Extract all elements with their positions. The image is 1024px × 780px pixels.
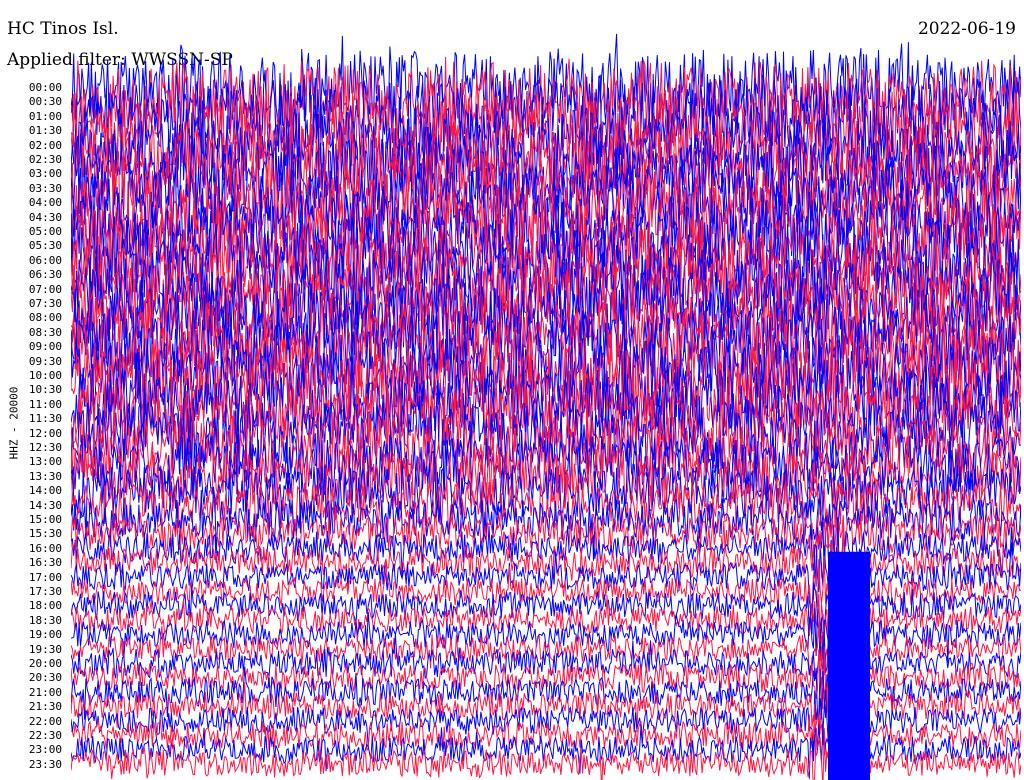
time-tick-0100: 01:00 bbox=[28, 109, 62, 123]
time-tick-0430: 04:30 bbox=[28, 210, 62, 224]
time-tick-1400: 14:00 bbox=[28, 484, 62, 498]
time-tick-1700: 17:00 bbox=[28, 570, 62, 584]
time-tick-1000: 10:00 bbox=[28, 369, 62, 382]
time-tick-1200: 12:00 bbox=[28, 426, 62, 440]
time-tick-1630: 16:30 bbox=[28, 556, 62, 570]
time-tick-0730: 07:30 bbox=[28, 297, 62, 310]
time-tick-0030: 00:30 bbox=[28, 95, 62, 109]
time-tick-0900: 09:00 bbox=[28, 340, 62, 354]
time-tick-2100: 21:00 bbox=[28, 685, 62, 699]
time-tick-labels: 00:00 00:30 01:00 01:30 02:00 02:30 03:00 03:30… bbox=[0, 0, 70, 780]
time-tick-1100: 11:00 bbox=[28, 397, 62, 411]
time-tick-2330: 23:30 bbox=[28, 757, 62, 771]
time-tick-0800: 08:00 bbox=[28, 311, 62, 325]
time-tick-0300: 03:00 bbox=[28, 167, 62, 181]
time-tick-0000: 00:00 bbox=[28, 81, 62, 94]
seismic-event-burst bbox=[828, 551, 870, 780]
time-tick-1830: 18:30 bbox=[28, 613, 62, 627]
time-tick-0400: 04:00 bbox=[28, 196, 62, 210]
time-tick-1800: 18:00 bbox=[28, 599, 62, 613]
time-tick-2200: 22:00 bbox=[28, 714, 62, 728]
time-tick-2230: 22:30 bbox=[28, 729, 62, 742]
time-tick-1900: 19:00 bbox=[28, 628, 62, 642]
time-tick-0830: 08:30 bbox=[28, 325, 62, 339]
time-tick-1030: 10:30 bbox=[28, 383, 62, 397]
time-tick-0930: 09:30 bbox=[28, 354, 62, 368]
time-tick-1300: 13:00 bbox=[28, 455, 62, 469]
time-tick-0630: 06:30 bbox=[28, 268, 62, 282]
time-tick-0700: 07:00 bbox=[28, 282, 62, 296]
time-tick-1730: 17:30 bbox=[28, 585, 62, 598]
time-tick-2300: 23:00 bbox=[28, 743, 62, 757]
time-tick-0600: 06:00 bbox=[28, 253, 62, 267]
time-tick-2030: 20:30 bbox=[28, 671, 62, 685]
time-tick-0200: 02:00 bbox=[28, 138, 62, 152]
time-tick-0230: 02:30 bbox=[28, 153, 62, 166]
time-tick-0500: 05:00 bbox=[28, 225, 62, 238]
time-tick-0530: 05:30 bbox=[28, 239, 62, 253]
time-tick-1130: 11:30 bbox=[28, 412, 62, 426]
time-tick-1330: 13:30 bbox=[28, 469, 62, 483]
time-tick-2000: 20:00 bbox=[28, 657, 62, 670]
time-tick-1230: 12:30 bbox=[28, 441, 62, 454]
time-tick-1600: 16:00 bbox=[28, 541, 62, 555]
time-tick-0130: 01:30 bbox=[28, 124, 62, 138]
seismogram-plot bbox=[71, 33, 1021, 780]
time-tick-1930: 19:30 bbox=[28, 642, 62, 656]
trace-2330 bbox=[71, 731, 1021, 780]
time-tick-1500: 15:00 bbox=[28, 513, 62, 526]
time-tick-1430: 14:30 bbox=[28, 498, 62, 512]
time-tick-2130: 21:30 bbox=[28, 700, 62, 714]
time-tick-0330: 03:30 bbox=[28, 181, 62, 195]
time-tick-1530: 15:30 bbox=[28, 527, 62, 541]
